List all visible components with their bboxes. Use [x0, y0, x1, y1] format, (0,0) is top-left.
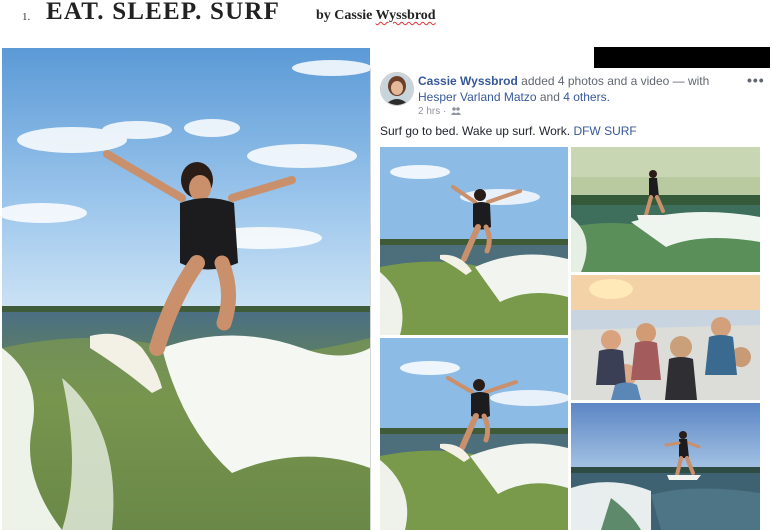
photo-tile-2[interactable] — [571, 147, 760, 272]
photo-tile-4[interactable] — [380, 338, 568, 530]
author-avatar[interactable] — [380, 72, 414, 106]
more-options-icon[interactable]: ••• — [747, 72, 765, 88]
post-body: Surf go to bed. Wake up surf. Work. DFW … — [380, 124, 637, 138]
and-text: and — [539, 90, 560, 104]
heading-byline: by Cassie Wyssbrod — [316, 8, 436, 24]
byline-name: Wyssbrod — [375, 8, 436, 23]
article-heading: 1. EAT. SLEEP. SURF by Cassie Wyssbrod — [0, 0, 772, 44]
list-number: 1. — [22, 11, 31, 23]
post-body-text: Surf go to bed. Wake up surf. Work. — [380, 124, 571, 138]
heading-title: EAT. SLEEP. SURF — [46, 0, 281, 25]
hashtag-link[interactable]: DFW SURF — [573, 124, 636, 138]
author-name-link[interactable]: Cassie Wyssbrod — [418, 74, 518, 88]
photo-tile-1[interactable] — [380, 147, 568, 335]
post-header: Cassie Wyssbrod added 4 photos and a vid… — [418, 73, 748, 105]
tagged-person-link[interactable]: Hesper Varland Matzo — [418, 90, 537, 104]
others-link[interactable]: 4 others. — [563, 90, 610, 104]
video-tile[interactable] — [571, 403, 760, 530]
byline-prefix: by Cassie — [316, 8, 373, 23]
photo-tile-3[interactable] — [571, 275, 760, 400]
post-meta: 2 hrs · — [418, 106, 462, 117]
facebook-post: Cassie Wyssbrod added 4 photos and a vid… — [370, 68, 772, 530]
friends-icon — [451, 107, 462, 116]
post-time[interactable]: 2 hrs — [418, 106, 440, 117]
main-surf-photo — [2, 48, 370, 530]
post-action-text: added 4 photos and a video — with — [521, 74, 710, 88]
black-bar — [594, 47, 770, 68]
